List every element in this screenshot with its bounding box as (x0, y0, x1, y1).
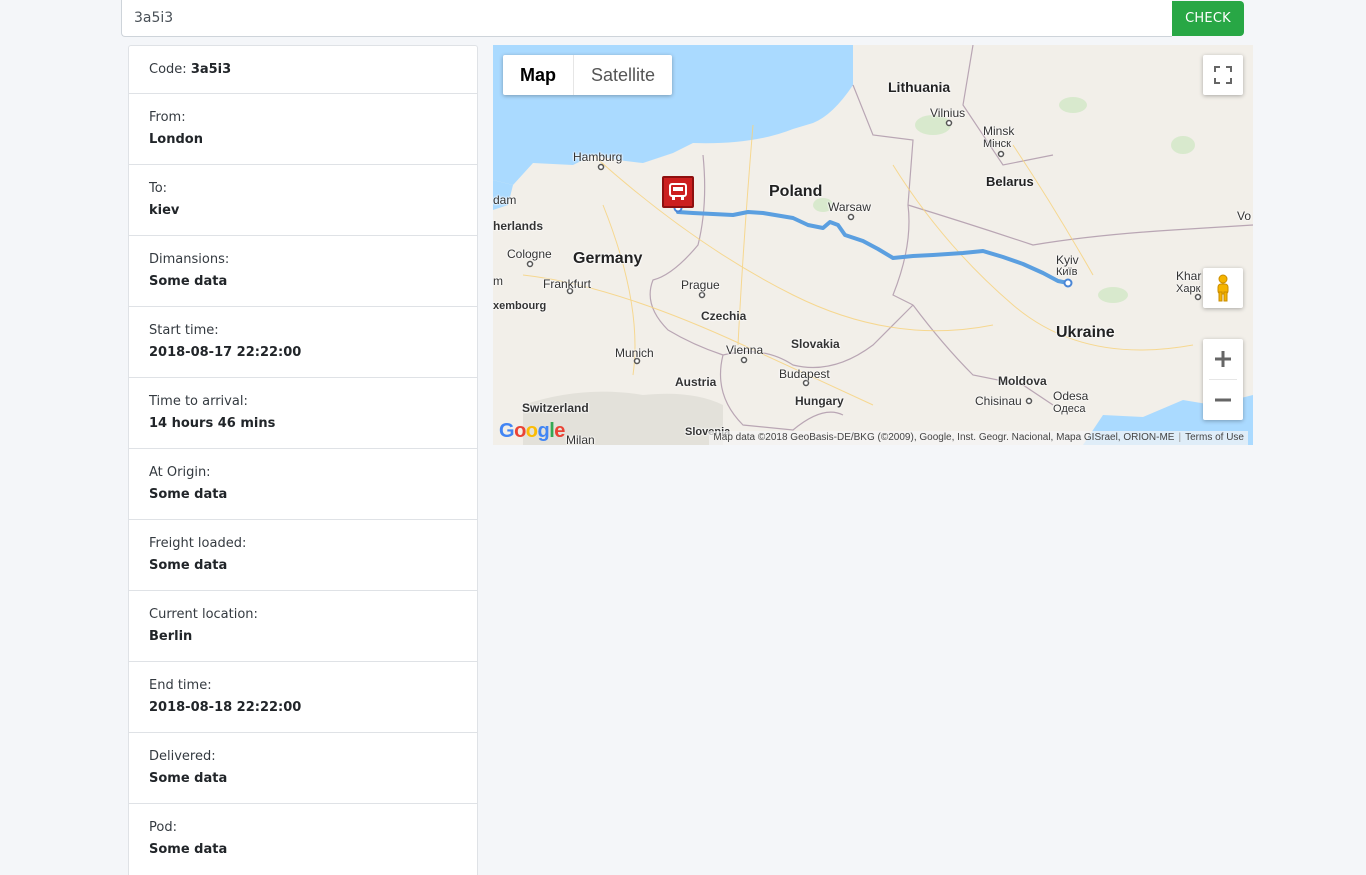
check-button[interactable]: CHECK (1172, 1, 1244, 36)
city-cologne: Cologne (507, 247, 552, 261)
detail-label: To: (149, 180, 168, 196)
detail-value: London (149, 131, 203, 147)
zoom-out-button[interactable] (1203, 380, 1243, 420)
detail-label: Current location: (149, 606, 258, 622)
country-austria: Austria (675, 375, 717, 389)
fullscreen-button[interactable] (1203, 55, 1243, 95)
code-line: Code: 3a5i3 (149, 62, 457, 77)
country-slovakia: Slovakia (791, 337, 840, 351)
detail-label: At Origin: (149, 464, 211, 480)
detail-label: Freight loaded: (149, 535, 247, 551)
detail-at-origin: At Origin: Some data (129, 449, 477, 520)
country-poland: Poland (769, 183, 823, 200)
country-moldova: Moldova (998, 374, 1047, 388)
search-bar: CHECK (121, 0, 1244, 37)
detail-value: 2018-08-17 22:22:00 (149, 344, 302, 360)
city-vienna: Vienna (726, 343, 764, 357)
country-germany: Germany (573, 250, 643, 267)
code-label: Code: (149, 62, 187, 77)
minus-icon (1215, 398, 1231, 402)
city-warsaw: Warsaw (828, 200, 871, 214)
fullscreen-icon (1214, 66, 1232, 84)
detail-value: kiev (149, 202, 180, 218)
detail-value: Some data (149, 770, 228, 786)
map-type-control: Map Satellite (503, 55, 673, 95)
detail-delivered: Delivered: Some data (129, 733, 477, 804)
detail-freight-loaded: Freight loaded: Some data (129, 520, 477, 591)
map-canvas[interactable] (493, 45, 1253, 445)
detail-to: To: kiev (129, 165, 477, 236)
zoom-in-button[interactable] (1203, 339, 1243, 379)
city-prague: Prague (681, 278, 720, 292)
country-belarus: Belarus (986, 174, 1034, 189)
city-amsterdam-edge: dam (493, 193, 517, 207)
city-minsk: Minsk (983, 124, 1015, 138)
city-kyiv: Kyiv (1056, 253, 1079, 267)
plus-icon (1215, 351, 1231, 367)
city-hamburg: Hamburg (573, 150, 623, 164)
attribution-text: Map data ©2018 GeoBasis-DE/BKG (©2009), … (713, 432, 1175, 443)
detail-start-time: Start time: 2018-08-17 22:22:00 (129, 307, 477, 378)
city-chisinau: Chisinau (975, 394, 1022, 408)
detail-value: Some data (149, 486, 228, 502)
detail-value: Some data (149, 273, 228, 289)
map-type-satellite-button[interactable]: Satellite (574, 55, 672, 95)
city-milan: Milan (566, 433, 595, 445)
detail-label: End time: (149, 677, 212, 693)
city-kharkiv: Khar (1176, 269, 1202, 283)
country-switzerland: Switzerland (522, 401, 589, 415)
detail-label: From: (149, 109, 186, 125)
detail-value: Some data (149, 557, 228, 573)
city-minsk-local: Мінск (983, 138, 1011, 150)
detail-value: 2018-08-18 22:22:00 (149, 699, 302, 715)
route-map[interactable]: gen Hamburg Lithuania Vilnius Minsk Мінс… (493, 45, 1253, 445)
city-kyiv-local: Київ (1056, 266, 1078, 278)
detail-value: Some data (149, 842, 228, 857)
city-vo-edge: Vo (1237, 209, 1252, 223)
city-kharkiv-local: Харк (1176, 283, 1201, 295)
country-luxembourg-edge: xembourg (493, 300, 547, 312)
detail-end-time: End time: 2018-08-18 22:22:00 (129, 662, 477, 733)
detail-label: Pod: (149, 820, 177, 835)
detail-label: Time to arrival: (149, 393, 248, 409)
city-frankfurt: Frankfurt (543, 277, 592, 291)
city-odesa-local: Одеса (1053, 403, 1086, 415)
country-netherlands-edge: herlands (493, 219, 544, 233)
pegman-icon (1217, 274, 1229, 302)
detail-pod: Pod: Some data (129, 804, 477, 875)
country-lithuania: Lithuania (888, 79, 951, 95)
shipment-details-panel: Code: 3a5i3 From: London To: kiev Dimans… (128, 45, 478, 875)
country-ukraine: Ukraine (1056, 324, 1115, 341)
detail-code: Code: 3a5i3 (129, 46, 477, 94)
code-value: 3a5i3 (190, 62, 232, 77)
zoom-control (1203, 339, 1243, 420)
map-attribution: Map data ©2018 GeoBasis-DE/BKG (©2009), … (709, 431, 1248, 445)
city-budapest: Budapest (779, 367, 830, 381)
detail-dimensions: Dimansions: Some data (129, 236, 477, 307)
street-view-button[interactable] (1203, 268, 1243, 308)
truck-icon (669, 183, 687, 200)
city-m-edge: m (493, 274, 503, 288)
city-vilnius: Vilnius (930, 106, 966, 120)
city-munich: Munich (615, 346, 654, 360)
city-odesa: Odesa (1053, 389, 1089, 403)
country-czechia: Czechia (701, 309, 747, 323)
terms-of-use-link[interactable]: Terms of Use (1185, 432, 1244, 443)
destination-pin (1063, 278, 1073, 288)
truck-marker[interactable] (662, 176, 694, 208)
country-hungary: Hungary (795, 394, 844, 408)
tracking-code-input[interactable] (121, 0, 1172, 37)
map-type-map-button[interactable]: Map (503, 55, 574, 95)
google-logo: Google (499, 420, 565, 442)
detail-from: From: London (129, 94, 477, 165)
detail-value: 14 hours 46 mins (149, 415, 276, 431)
detail-label: Delivered: (149, 748, 216, 764)
detail-value: Berlin (149, 628, 193, 644)
detail-label: Dimansions: (149, 251, 230, 267)
detail-time-to-arrival: Time to arrival: 14 hours 46 mins (129, 378, 477, 449)
detail-label: Start time: (149, 322, 219, 338)
detail-current-location: Current location: Berlin (129, 591, 477, 662)
